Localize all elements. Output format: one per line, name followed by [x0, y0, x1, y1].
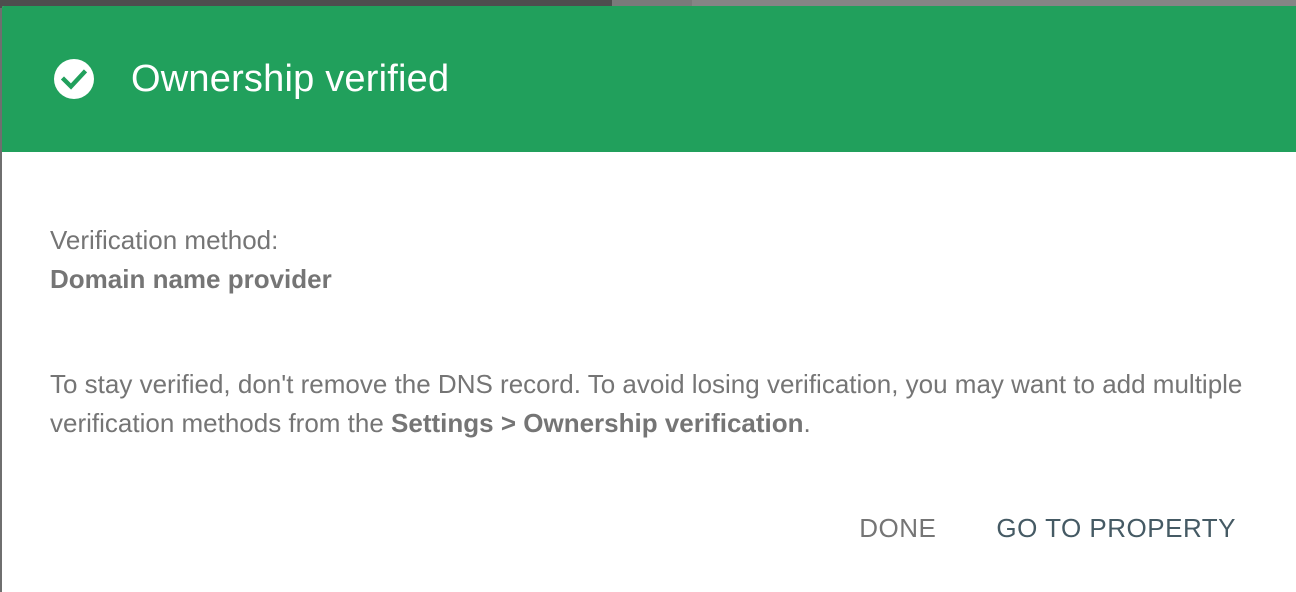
go-to-property-button[interactable]: GO TO PROPERTY	[996, 513, 1236, 544]
dialog-title: Ownership verified	[131, 57, 450, 100]
dialog-body: Verification method: Domain name provide…	[2, 152, 1296, 443]
dialog-header: Ownership verified	[2, 6, 1296, 152]
done-button[interactable]: DONE	[859, 513, 936, 544]
info-text-after: .	[803, 408, 811, 438]
dialog-actions: DONE GO TO PROPERTY	[859, 513, 1236, 544]
verification-method-value: Domain name provider	[50, 264, 332, 294]
verification-method-label: Verification method:	[50, 225, 279, 255]
check-circle-icon	[52, 57, 96, 101]
ownership-verified-dialog: Ownership verified Verification method: …	[2, 6, 1296, 592]
dns-info-text: To stay verified, don't remove the DNS r…	[50, 365, 1250, 443]
settings-path: Settings > Ownership verification	[391, 408, 804, 438]
